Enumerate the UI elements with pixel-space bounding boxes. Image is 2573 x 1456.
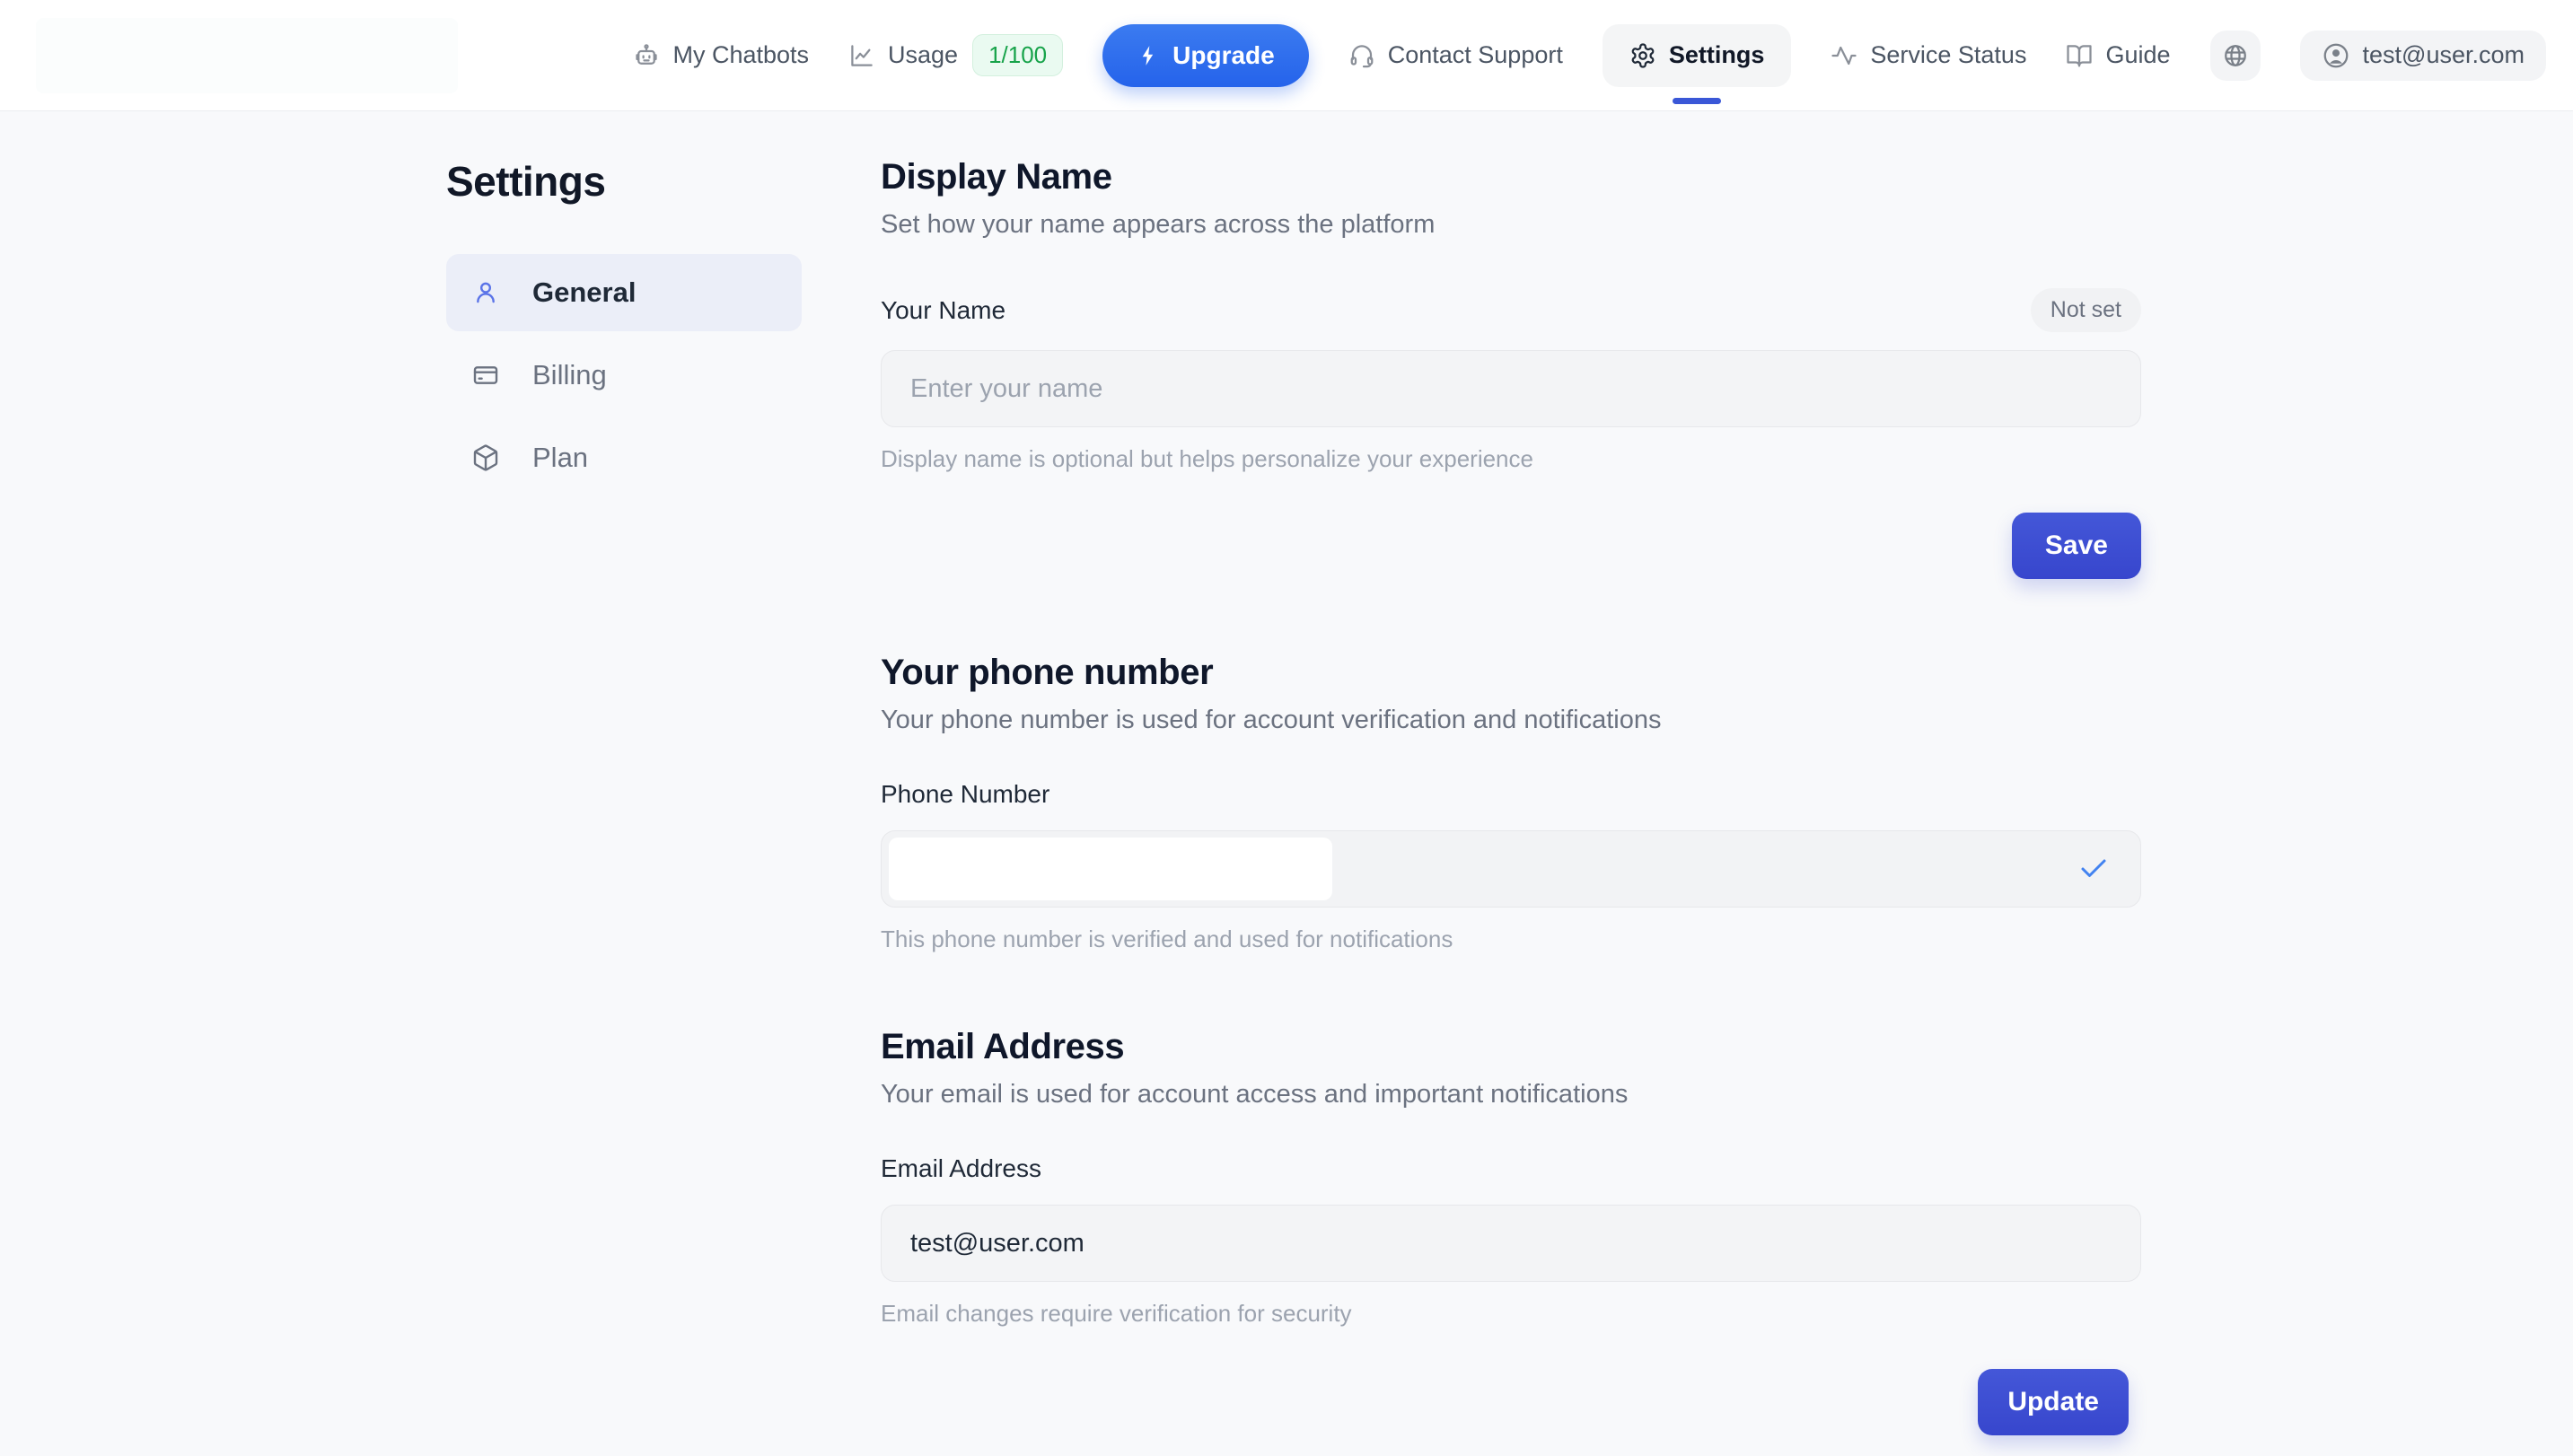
credit-card-icon <box>471 361 500 390</box>
update-button[interactable]: Update <box>1978 1369 2129 1435</box>
nav-usage-label: Usage <box>888 41 958 69</box>
name-input-container <box>881 350 2141 427</box>
section-subtitle: Your email is used for account access an… <box>881 1080 2141 1110</box>
nav-my-chatbots-label: My Chatbots <box>672 41 809 69</box>
page-title: Settings <box>446 157 802 206</box>
user-avatar-icon <box>2322 41 2350 70</box>
section-title: Your phone number <box>881 653 2141 693</box>
headset-icon <box>1348 42 1375 69</box>
phone-field-row: Phone Number <box>881 780 2141 809</box>
person-icon <box>471 278 500 307</box>
nav-guide[interactable]: Guide <box>2066 41 2170 69</box>
section-title: Email Address <box>881 1027 2141 1067</box>
section-title: Display Name <box>881 157 2141 197</box>
app-logo <box>36 18 458 93</box>
nav-service-status[interactable]: Service Status <box>1831 41 2026 69</box>
upgrade-button[interactable]: Upgrade <box>1102 24 1309 87</box>
nav-service-status-label: Service Status <box>1870 41 2026 69</box>
nav-settings-label: Settings <box>1669 41 1765 69</box>
email-section: Email Address Your email is used for acc… <box>881 1027 2141 1435</box>
phone-input[interactable] <box>889 838 1332 900</box>
name-field-label: Your Name <box>881 296 1005 325</box>
phone-section: Your phone number Your phone number is u… <box>881 653 2141 953</box>
sidebar-item-label: Plan <box>532 442 588 474</box>
phone-helper-text: This phone number is verified and used f… <box>881 925 2141 953</box>
settings-sidebar: Settings General Billing <box>446 157 802 1435</box>
account-menu[interactable]: test@user.com <box>2300 31 2546 81</box>
usage-count-badge: 1/100 <box>972 34 1063 76</box>
name-field-row: Your Name Not set <box>881 288 2141 332</box>
nav-settings-active-tab[interactable]: Settings <box>1603 24 1792 87</box>
book-open-icon <box>2066 42 2093 69</box>
nav-my-chatbots[interactable]: My Chatbots <box>633 41 809 69</box>
settings-content: Display Name Set how your name appears a… <box>881 157 2141 1435</box>
active-tab-indicator <box>1673 98 1721 104</box>
line-chart-icon <box>848 42 875 69</box>
email-input[interactable] <box>909 1228 2113 1259</box>
upgrade-button-label: Upgrade <box>1172 41 1275 70</box>
bolt-icon <box>1137 44 1160 67</box>
not-set-badge: Not set <box>2031 288 2141 332</box>
nav-contact-support[interactable]: Contact Support <box>1348 41 1563 69</box>
box-icon <box>471 443 500 472</box>
section-subtitle: Set how your name appears across the pla… <box>881 210 2141 240</box>
sidebar-item-plan[interactable]: Plan <box>446 419 802 496</box>
account-email-label: test@user.com <box>2363 41 2525 69</box>
section-subtitle: Your phone number is used for account ve… <box>881 706 2141 735</box>
gear-icon <box>1629 42 1656 69</box>
email-field-row: Email Address <box>881 1154 2141 1183</box>
globe-icon <box>2222 42 2249 69</box>
nav-guide-label: Guide <box>2105 41 2170 69</box>
update-row: Update <box>881 1369 2141 1435</box>
save-button[interactable]: Save <box>2012 513 2141 579</box>
robot-icon <box>633 42 660 69</box>
phone-input-container <box>881 830 2141 908</box>
top-navbar: My Chatbots Usage 1/100 Upgrade <box>0 0 2573 111</box>
sidebar-item-general[interactable]: General <box>446 254 802 331</box>
nav-usage-group: Usage 1/100 <box>848 34 1063 76</box>
main-area: Settings General Billing <box>0 111 2573 1435</box>
nav-contact-support-label: Contact Support <box>1388 41 1563 69</box>
sidebar-item-billing[interactable]: Billing <box>446 337 802 414</box>
verified-check-icon <box>2077 853 2110 885</box>
language-globe-button[interactable] <box>2210 31 2261 81</box>
display-name-section: Display Name Set how your name appears a… <box>881 157 2141 579</box>
sidebar-item-label: Billing <box>532 359 607 391</box>
name-helper-text: Display name is optional but helps perso… <box>881 445 2141 473</box>
name-input[interactable] <box>909 373 2113 405</box>
phone-field-label: Phone Number <box>881 780 1049 809</box>
save-row: Save <box>881 513 2141 579</box>
sidebar-item-label: General <box>532 276 636 309</box>
email-helper-text: Email changes require verification for s… <box>881 1300 2141 1328</box>
email-input-container <box>881 1205 2141 1282</box>
email-field-label: Email Address <box>881 1154 1041 1183</box>
nav-usage[interactable]: Usage <box>848 41 958 69</box>
activity-icon <box>1831 42 1857 69</box>
nav-links: My Chatbots Usage 1/100 Upgrade <box>633 24 2546 87</box>
